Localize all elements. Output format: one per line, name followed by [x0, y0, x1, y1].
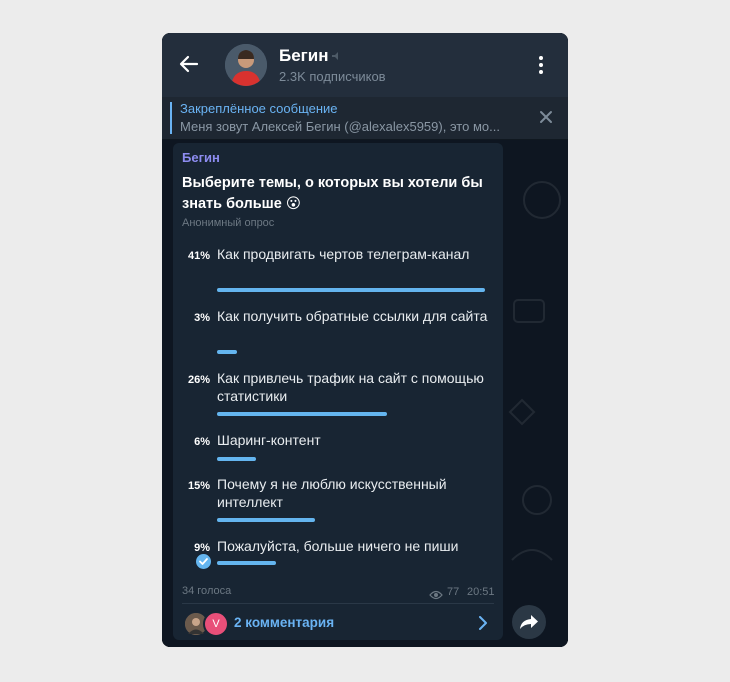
poll-type-label: Анонимный опрос: [182, 217, 275, 229]
more-options-icon[interactable]: [534, 53, 548, 77]
poll-option-bar: [217, 561, 276, 565]
poll-option-percent: 3%: [194, 312, 210, 324]
close-icon[interactable]: [538, 109, 554, 125]
channel-title[interactable]: Бегин: [279, 46, 328, 66]
poll-option-bar: [217, 518, 315, 522]
poll-option-text: Шаринг-контент: [217, 432, 321, 448]
poll-option-percent: 26%: [187, 374, 210, 386]
chevron-right-icon[interactable]: [478, 616, 488, 630]
channel-header: Бегин 2.3K подписчиков: [162, 33, 568, 98]
poll-option-text: Как получить обратные ссылки для сайта: [217, 308, 488, 324]
selected-check-icon: [196, 554, 211, 569]
view-count: 77: [447, 586, 460, 598]
message-time: 20:51: [467, 586, 495, 598]
poll-option-text: Почему я не люблю искусственный интеллек…: [217, 476, 447, 510]
poll-option-bar: [217, 288, 485, 292]
muted-icon: [332, 52, 338, 60]
poll-option-percent: 6%: [194, 436, 210, 448]
message-author[interactable]: Бегин: [182, 150, 220, 165]
poll-option-bar: [217, 412, 387, 416]
poll-option-bar: [217, 457, 256, 461]
poll-option-percent: 41%: [187, 250, 210, 262]
telegram-window: Бегин 2.3K подписчиков Закреплённое сооб…: [162, 33, 568, 647]
pinned-indicator: [170, 102, 172, 134]
share-icon: [520, 615, 538, 629]
poll-message: Бегин Выберите темы, о которых вы хотели…: [173, 143, 503, 640]
comments-link[interactable]: 2 комментария: [234, 615, 334, 630]
poll-option-text: Пожалуйста, больше ничего не пиши: [217, 538, 459, 554]
poll-option-bar: [217, 350, 237, 354]
channel-avatar[interactable]: [225, 44, 267, 86]
poll-option-text: Как продвигать чертов телеграм-канал: [217, 246, 470, 262]
poll-option-text: Как привлечь трафик на сайт с помощью ст…: [217, 370, 484, 404]
divider: [182, 603, 494, 604]
commenter-avatar: V: [203, 611, 229, 637]
poll-option-percent: 15%: [187, 480, 210, 492]
pinned-title: Закреплённое сообщение: [180, 101, 338, 116]
vote-count: 34 голоса: [182, 585, 232, 597]
poll-option-percent: 9%: [194, 542, 210, 554]
eye-icon: [429, 590, 443, 600]
share-button[interactable]: [512, 605, 546, 639]
subscriber-count: 2.3K подписчиков: [279, 69, 386, 84]
pinned-preview: Меня зовут Алексей Бегин (@alexalex5959)…: [180, 119, 500, 134]
pinned-message-bar[interactable]: Закреплённое сообщение Меня зовут Алексе…: [162, 97, 568, 140]
back-arrow-icon[interactable]: [178, 53, 200, 75]
poll-question: Выберите темы, о которых вы хотели бы зн…: [182, 175, 483, 212]
